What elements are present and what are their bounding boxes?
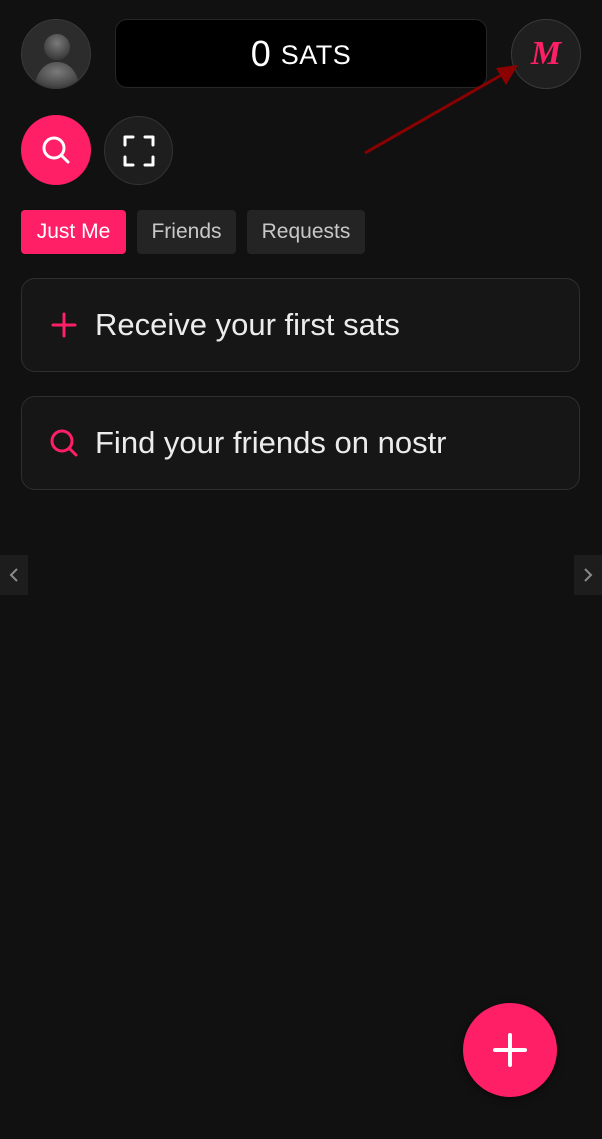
- balance-unit: SATS: [280, 40, 352, 70]
- scan-button[interactable]: [104, 116, 173, 185]
- chevron-right-icon: [584, 568, 593, 582]
- tab-friends[interactable]: Friends: [137, 210, 236, 254]
- card-label: Find your friends on nostr: [95, 425, 447, 460]
- tab-requests[interactable]: Requests: [247, 210, 365, 254]
- tab-label: Requests: [261, 220, 351, 243]
- annotation-arrow: [364, 65, 518, 155]
- balance-amount: 0: [250, 32, 271, 74]
- user-silhouette-icon: [22, 20, 90, 88]
- card-label: Receive your first sats: [95, 307, 400, 342]
- chevron-left-icon: [9, 568, 18, 582]
- plus-icon: [49, 310, 79, 340]
- avatar[interactable]: [21, 19, 91, 89]
- next-arrow[interactable]: [574, 555, 602, 595]
- plus-icon: [493, 1033, 527, 1067]
- tab-just-me[interactable]: Just Me: [21, 210, 126, 254]
- scan-frame-icon: [123, 135, 154, 166]
- search-button[interactable]: [21, 115, 91, 185]
- tab-label: Friends: [151, 220, 222, 243]
- search-icon: [49, 428, 79, 458]
- previous-arrow[interactable]: [0, 555, 28, 595]
- search-icon: [42, 136, 70, 164]
- find-friends-card[interactable]: Find your friends on nostr: [21, 396, 580, 490]
- add-fab-button[interactable]: [463, 1003, 557, 1097]
- receive-sats-card[interactable]: Receive your first sats: [21, 278, 580, 372]
- mint-logo: M: [530, 35, 562, 72]
- tab-label: Just Me: [36, 220, 111, 243]
